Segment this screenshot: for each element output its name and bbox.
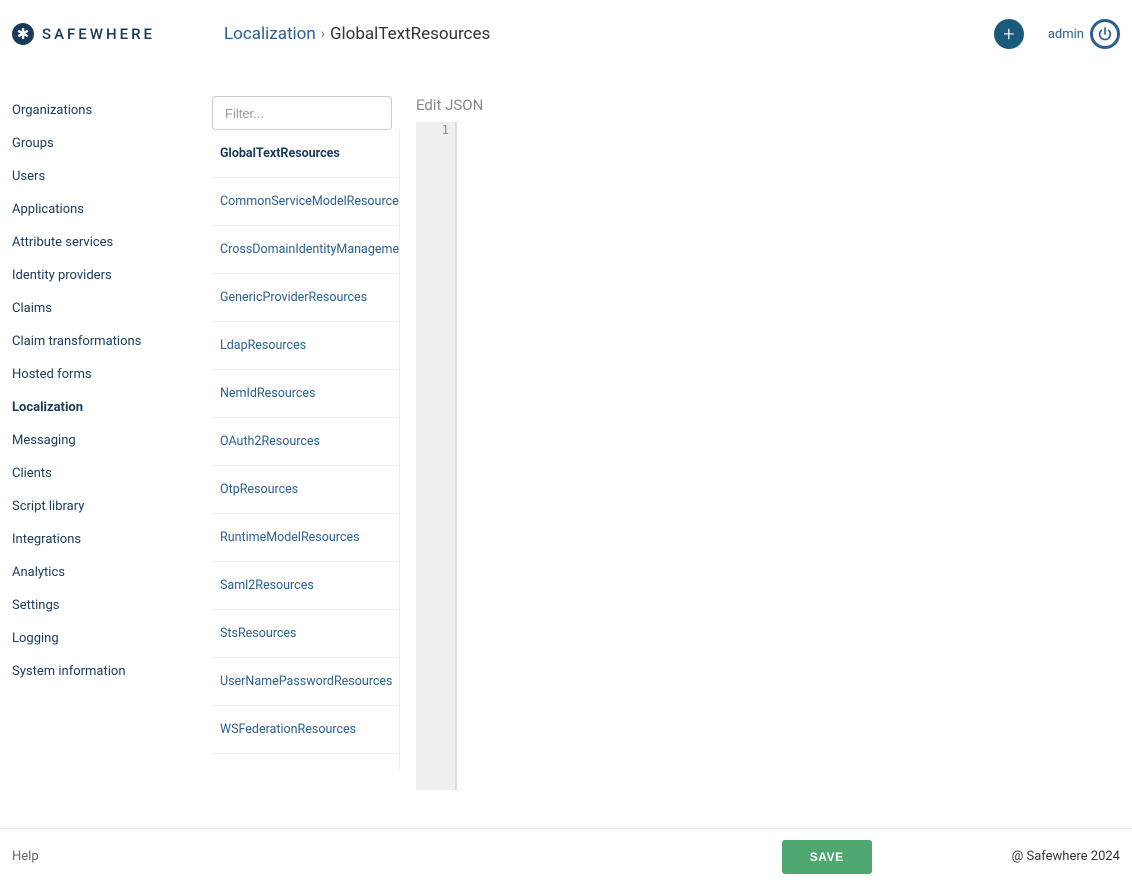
sidebar-item-logging[interactable]: Logging (12, 622, 212, 655)
sidebar-item-users[interactable]: Users (12, 160, 212, 193)
sidebar-item-claim-transformations[interactable]: Claim transformations (12, 325, 212, 358)
editor-code[interactable] (456, 122, 1132, 790)
breadcrumb-current: GlobalTextResources (330, 24, 490, 44)
chevron-right-icon: › (321, 26, 325, 42)
user-menu[interactable]: admin (1048, 19, 1120, 49)
resource-item[interactable]: Saml2Resources (212, 562, 399, 610)
resource-item[interactable]: LdapResources (212, 322, 399, 370)
sidebar-item-clients[interactable]: Clients (12, 457, 212, 490)
sidebar-item-analytics[interactable]: Analytics (12, 556, 212, 589)
editor-column: Edit JSON 1 (400, 68, 1132, 828)
sidebar-item-system-information[interactable]: System information (12, 655, 212, 688)
resource-item[interactable]: NemIdResources (212, 370, 399, 418)
resource-column: GlobalTextResourcesCommonServiceModelRes… (212, 68, 400, 828)
sidebar-item-integrations[interactable]: Integrations (12, 523, 212, 556)
sidebar-item-identity-providers[interactable]: Identity providers (12, 259, 212, 292)
resource-item[interactable]: OAuth2Resources (212, 418, 399, 466)
add-button[interactable]: + (994, 19, 1024, 49)
resource-list[interactable]: GlobalTextResourcesCommonServiceModelRes… (212, 130, 400, 770)
footer: Help SAVE @ Safewhere 2024 (0, 828, 1132, 884)
sidebar-item-settings[interactable]: Settings (12, 589, 212, 622)
resource-item[interactable]: GlobalTextResources (212, 130, 399, 178)
resource-item[interactable]: UserNamePasswordResources (212, 658, 399, 706)
resource-item[interactable]: StsResources (212, 610, 399, 658)
breadcrumb-root[interactable]: Localization (224, 24, 316, 44)
sidebar: OrganizationsGroupsUsersApplicationsAttr… (0, 68, 212, 828)
sidebar-item-hosted-forms[interactable]: Hosted forms (12, 358, 212, 391)
resource-item[interactable]: WSFederationResources (212, 706, 399, 754)
resource-item[interactable]: RuntimeModelResources (212, 514, 399, 562)
plus-icon: + (1003, 22, 1014, 46)
sidebar-item-organizations[interactable]: Organizations (12, 94, 212, 127)
header: ✱ SAFEWHERE Localization › GlobalTextRes… (0, 0, 1132, 68)
sidebar-item-applications[interactable]: Applications (12, 193, 212, 226)
filter-input[interactable] (212, 96, 392, 130)
editor-title: Edit JSON (416, 96, 1132, 114)
user-name: admin (1048, 27, 1084, 42)
breadcrumb: Localization › GlobalTextResources (224, 24, 490, 44)
resource-item[interactable]: CommonServiceModelResources (212, 178, 399, 226)
resource-item[interactable]: CrossDomainIdentityManagement (212, 226, 399, 274)
sidebar-item-script-library[interactable]: Script library (12, 490, 212, 523)
resource-item[interactable]: OtpResources (212, 466, 399, 514)
power-icon (1090, 19, 1120, 49)
sidebar-item-localization[interactable]: Localization (12, 391, 212, 424)
brand-logo[interactable]: ✱ SAFEWHERE (12, 23, 224, 45)
brand-name: SAFEWHERE (42, 25, 155, 43)
sidebar-item-messaging[interactable]: Messaging (12, 424, 212, 457)
copyright: @ Safewhere 2024 (1012, 849, 1120, 864)
json-editor[interactable]: 1 (416, 122, 1132, 790)
sidebar-item-claims[interactable]: Claims (12, 292, 212, 325)
snowflake-icon: ✱ (12, 23, 34, 45)
resource-item[interactable]: GenericProviderResources (212, 274, 399, 322)
save-button[interactable]: SAVE (782, 840, 872, 874)
sidebar-item-attribute-services[interactable]: Attribute services (12, 226, 212, 259)
sidebar-item-groups[interactable]: Groups (12, 127, 212, 160)
help-link[interactable]: Help (12, 849, 39, 864)
editor-gutter: 1 (416, 122, 456, 790)
resource-item[interactable]: ModelResources (212, 754, 399, 770)
